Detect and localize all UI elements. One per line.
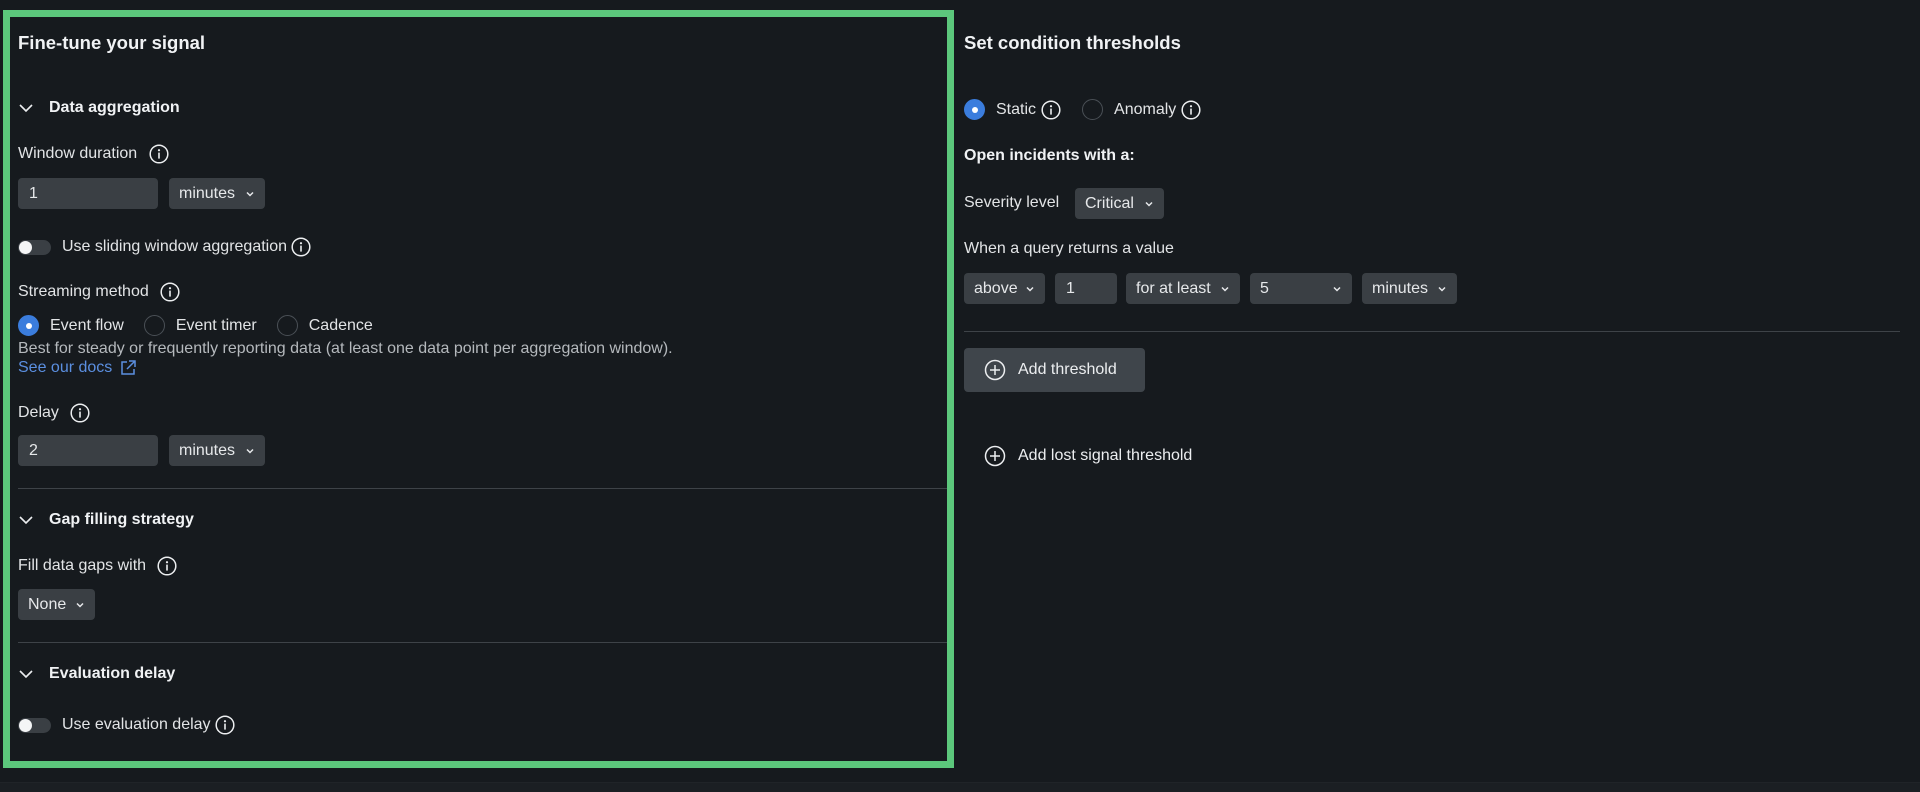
add-lost-signal-threshold-button[interactable]: Add lost signal threshold	[984, 445, 1192, 467]
panel-title: Fine-tune your signal	[18, 32, 206, 53]
select-value: None	[28, 595, 67, 613]
select-value: 5	[1260, 279, 1269, 297]
severity-level-label: Severity level	[964, 194, 1060, 211]
chevron-down-icon	[75, 600, 85, 610]
radio-label: Event flow	[50, 316, 124, 334]
section-data-aggregation[interactable]: Data aggregation	[18, 99, 180, 117]
radio-event-flow[interactable]: Event flow	[18, 315, 124, 336]
label-text: Window duration	[18, 145, 138, 162]
streaming-description: Best for steady or frequently reporting …	[18, 340, 673, 357]
radio-static[interactable]: Static	[964, 99, 1061, 120]
fine-tune-signal-panel: Fine-tune your signal Data aggregation W…	[3, 10, 954, 768]
info-icon[interactable]	[215, 715, 235, 735]
evaluation-delay-row: Use evaluation delay	[18, 715, 235, 735]
section-heading: Data aggregation	[49, 99, 180, 116]
window-duration-input[interactable]: 1	[18, 178, 158, 209]
plus-circle-icon	[984, 445, 1006, 467]
info-icon[interactable]	[149, 144, 169, 164]
duration-mode-select[interactable]: for at least	[1126, 273, 1240, 304]
radio-button[interactable]	[143, 315, 165, 336]
external-link-icon	[119, 359, 137, 377]
section-divider	[18, 488, 947, 489]
radio-label: Anomaly	[1114, 100, 1177, 118]
section-heading: Gap filling strategy	[49, 511, 194, 528]
chevron-down-icon	[1437, 284, 1447, 294]
severity-level-select[interactable]: Critical	[1075, 188, 1164, 219]
radio-cadence[interactable]: Cadence	[276, 315, 373, 336]
label-text: Delay	[18, 404, 59, 421]
info-icon[interactable]	[157, 556, 177, 576]
delay-input[interactable]: 2	[18, 435, 158, 466]
plus-circle-icon	[984, 359, 1006, 381]
see-docs-link[interactable]: See our docs	[18, 359, 137, 377]
threshold-type-radio-group: Static Anomaly	[964, 99, 1201, 120]
delay-unit-select[interactable]: minutes	[169, 435, 265, 466]
button-label: Add lost signal threshold	[1018, 447, 1193, 464]
fill-gaps-select[interactable]: None	[18, 589, 95, 620]
add-threshold-button[interactable]: Add threshold	[964, 348, 1145, 392]
chevron-down-icon	[18, 666, 34, 682]
input-value: 1	[1066, 279, 1075, 297]
query-condition-label: When a query returns a value	[964, 240, 1174, 257]
radio-button[interactable]	[964, 99, 985, 120]
info-icon[interactable]	[291, 237, 311, 257]
section-divider	[18, 642, 947, 643]
radio-label: Static	[996, 100, 1037, 118]
streaming-method-radio-group: Event flow Event timer Cadence	[18, 315, 373, 336]
label-text: Streaming method	[18, 283, 149, 300]
select-value: minutes	[1372, 279, 1429, 297]
duration-unit-select[interactable]: minutes	[1362, 273, 1457, 304]
duration-value-select[interactable]: 5	[1250, 273, 1352, 304]
input-value: 2	[29, 441, 38, 459]
select-value: Critical	[1085, 194, 1134, 212]
chevron-down-icon	[18, 100, 34, 116]
link-text[interactable]: See our docs	[18, 359, 112, 377]
window-duration-unit-select[interactable]: minutes	[169, 178, 265, 209]
chevron-down-icon	[1025, 284, 1035, 294]
radio-label: Event timer	[175, 316, 257, 334]
chevron-down-icon	[1332, 284, 1342, 294]
threshold-divider	[964, 331, 1900, 332]
radio-anomaly[interactable]: Anomaly	[1082, 99, 1201, 120]
radio-button[interactable]	[1082, 99, 1104, 120]
select-value: minutes	[179, 184, 236, 202]
streaming-method-label: Streaming method	[18, 282, 180, 302]
toggle-label: Use evaluation delay	[62, 716, 211, 733]
button-label: Add threshold	[1018, 361, 1117, 378]
chevron-down-icon	[245, 189, 255, 199]
chevron-down-icon	[18, 512, 34, 528]
info-icon[interactable]	[70, 403, 90, 423]
radio-button[interactable]	[18, 315, 39, 336]
label-text: Fill data gaps with	[18, 557, 147, 574]
select-value: above	[974, 279, 1018, 297]
chevron-down-icon	[245, 446, 255, 456]
info-icon[interactable]	[160, 282, 180, 302]
select-value: minutes	[179, 441, 236, 459]
radio-button[interactable]	[276, 315, 298, 336]
section-gap-filling[interactable]: Gap filling strategy	[18, 511, 194, 529]
delay-label: Delay	[18, 403, 90, 423]
window-duration-label: Window duration	[18, 144, 169, 164]
input-value: 1	[29, 184, 38, 202]
radio-event-timer[interactable]: Event timer	[143, 315, 257, 336]
threshold-value-input[interactable]: 1	[1055, 273, 1117, 304]
condition-thresholds-panel: Set condition thresholds Static Anomaly …	[964, 0, 1904, 780]
chevron-down-icon	[1220, 284, 1230, 294]
info-icon[interactable]	[1181, 100, 1201, 120]
sliding-window-toggle[interactable]	[18, 239, 51, 255]
sliding-window-row: Use sliding window aggregation	[18, 237, 311, 257]
radio-label: Cadence	[308, 316, 373, 334]
toggle-label: Use sliding window aggregation	[62, 238, 288, 255]
panel-title: Set condition thresholds	[964, 32, 1181, 53]
open-incidents-label: Open incidents with a:	[964, 147, 1135, 164]
section-evaluation-delay[interactable]: Evaluation delay	[18, 665, 175, 683]
chevron-down-icon	[1144, 199, 1154, 209]
info-icon[interactable]	[1041, 100, 1061, 120]
evaluation-delay-toggle[interactable]	[18, 717, 51, 733]
select-value: for at least	[1136, 279, 1211, 297]
operator-select[interactable]: above	[964, 273, 1045, 304]
fill-gaps-label: Fill data gaps with	[18, 556, 177, 576]
bottom-bar	[0, 782, 1920, 792]
section-heading: Evaluation delay	[49, 665, 176, 682]
